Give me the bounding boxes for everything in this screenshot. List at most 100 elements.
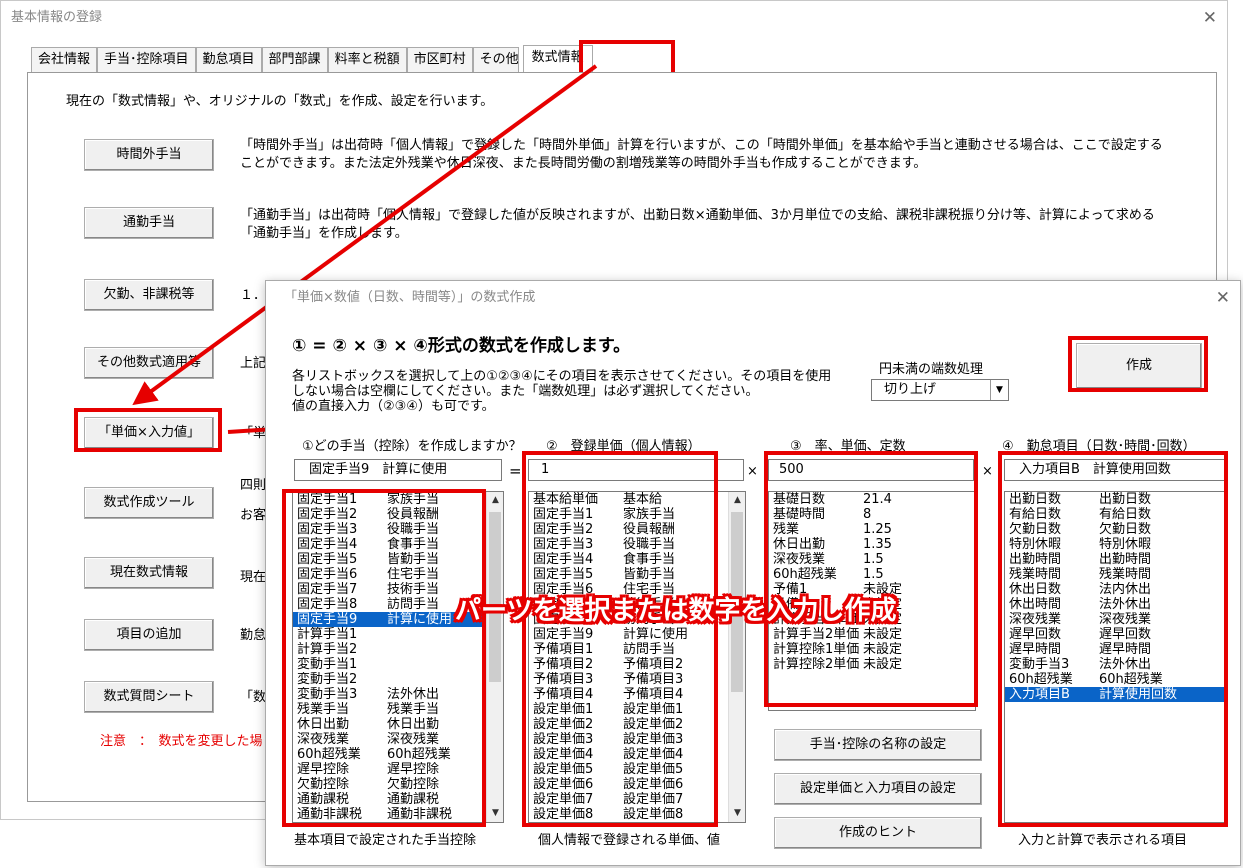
col4-list[interactable]: 出勤日数 出勤日数 有給日数 有給日数 欠勤日数 欠勤日数 特別休暇 特別休暇 出勤時間 出勤時間…	[1004, 491, 1226, 823]
list-item[interactable]: 計算控除1単価 未設定	[769, 642, 975, 657]
unit-price-settings-button[interactable]: 設定単価と入力項目の設定	[774, 773, 982, 805]
list-item[interactable]: 設定単価6 設定単価6	[529, 777, 745, 792]
col2-value-input[interactable]: 1	[528, 459, 744, 481]
tab-municipality[interactable]: 市区町村	[406, 47, 473, 73]
list-item[interactable]: 固定手当1 家族手当	[529, 507, 745, 522]
list-item[interactable]: 計算手当2	[293, 642, 503, 657]
list-item[interactable]: 遅早控除 遅早控除	[293, 762, 503, 777]
list-item-code: 休日出勤	[297, 717, 350, 732]
list-item[interactable]: 予備項目3 予備項目3	[529, 672, 745, 687]
list-item[interactable]: 通勤課税 通勤課税	[293, 792, 503, 807]
tab-attendance[interactable]: 勤怠項目	[195, 47, 262, 73]
tab-other[interactable]: その他	[472, 47, 519, 73]
other-formula-button[interactable]: その他数式適用等	[84, 347, 214, 379]
dialog-close-icon[interactable]: ✕	[1216, 281, 1230, 315]
col3-value-input[interactable]: 500	[768, 459, 974, 481]
create-button[interactable]: 作成	[1076, 343, 1202, 389]
list-item[interactable]: 出勤時間 出勤時間	[1005, 552, 1225, 567]
list-item[interactable]: 固定手当6 住宅手当	[293, 567, 503, 582]
list-item[interactable]: 60h超残業 1.5	[769, 567, 975, 582]
list-item[interactable]: 設定単価4 設定単価4	[529, 747, 745, 762]
list-item[interactable]: 60h超残業 60h超残業	[293, 747, 503, 762]
absence-button[interactable]: 欠勤、非課税等	[84, 279, 214, 311]
list-item[interactable]: 基礎日数 21.4	[769, 492, 975, 507]
scroll-up-icon[interactable]: ▲	[487, 492, 503, 509]
formula-tool-button[interactable]: 数式作成ツール	[84, 487, 214, 519]
list-item[interactable]: 有給日数 有給日数	[1005, 507, 1225, 522]
list-item[interactable]: 設定単価1 設定単価1	[529, 702, 745, 717]
list-item[interactable]: 設定単価3 設定単価3	[529, 732, 745, 747]
scroll-up-icon[interactable]: ▲	[729, 492, 745, 509]
list-item[interactable]: 変動手当3 法外休出	[293, 687, 503, 702]
list-item[interactable]: 設定単価5 設定単価5	[529, 762, 745, 777]
tab-formula[interactable]: 数式情報	[522, 45, 593, 73]
list-item[interactable]: 残業時間 残業時間	[1005, 567, 1225, 582]
allowance-name-settings-button[interactable]: 手当･控除の名称の設定	[774, 729, 982, 761]
list-item[interactable]: 固定手当5 皆勤手当	[529, 567, 745, 582]
list-item[interactable]: 固定手当2 役員報酬	[529, 522, 745, 537]
list-item[interactable]: 固定手当4 食事手当	[293, 537, 503, 552]
col1-scrollbar[interactable]: ▲ ▼	[486, 492, 503, 822]
list-item[interactable]: 60h超残業 60h超残業	[1005, 672, 1225, 687]
list-item[interactable]: 固定手当3 役職手当	[529, 537, 745, 552]
list-item[interactable]: 深夜残業 深夜残業	[1005, 612, 1225, 627]
list-item[interactable]: 固定手当9 計算に使用	[529, 627, 745, 642]
tab-allowance[interactable]: 手当･控除項目	[97, 47, 196, 73]
list-item[interactable]: 通勤非課税 通勤非課税	[293, 807, 503, 822]
list-item[interactable]: 残業 1.25	[769, 522, 975, 537]
list-item[interactable]: 設定単価8 設定単価8	[529, 807, 745, 822]
col1-value-input[interactable]: 固定手当9 計算に使用	[294, 459, 502, 481]
list-item[interactable]: 固定手当1 家族手当	[293, 492, 503, 507]
list-item[interactable]: 基本給単価 基本給	[529, 492, 745, 507]
list-item[interactable]: 計算手当2単価 未設定	[769, 627, 975, 642]
col2-scrollbar[interactable]: ▲ ▼	[728, 492, 745, 822]
list-item[interactable]: 出勤日数 出勤日数	[1005, 492, 1225, 507]
col1-list[interactable]: 固定手当1 家族手当 固定手当2 役員報酬 固定手当3 役職手当 固定手当4 食事手当 固定手当…	[292, 491, 504, 823]
rounding-select[interactable]: 切り上げ ▼	[871, 379, 1009, 401]
scroll-down-icon[interactable]: ▼	[487, 805, 503, 822]
list-item[interactable]: 休日出勤 休日出勤	[293, 717, 503, 732]
list-item[interactable]: 基礎時間 8	[769, 507, 975, 522]
list-item[interactable]: 固定手当3 役職手当	[293, 522, 503, 537]
list-item[interactable]: 設定単価2 設定単価2	[529, 717, 745, 732]
list-item[interactable]: 設定単価7 設定単価7	[529, 792, 745, 807]
list-item[interactable]: 休日出勤 1.35	[769, 537, 975, 552]
list-item[interactable]: 遅早時間 遅早時間	[1005, 642, 1225, 657]
commute-button[interactable]: 通勤手当	[84, 207, 214, 239]
list-item[interactable]: 残業手当 残業手当	[293, 702, 503, 717]
list-item[interactable]: 予備項目4 予備項目4	[529, 687, 745, 702]
list-item[interactable]: 欠勤日数 欠勤日数	[1005, 522, 1225, 537]
col4-value-input[interactable]: 入力項目B 計算使用回数	[1004, 459, 1226, 481]
list-item[interactable]: 変動手当2	[293, 672, 503, 687]
list-item[interactable]: 深夜残業 1.5	[769, 552, 975, 567]
list-item[interactable]: 深夜残業 深夜残業	[293, 732, 503, 747]
col2-list[interactable]: 基本給単価 基本給 固定手当1 家族手当 固定手当2 役員報酬 固定手当3 役職手当 固定手当4…	[528, 491, 746, 823]
list-item[interactable]: 固定手当4 食事手当	[529, 552, 745, 567]
list-item[interactable]: 固定手当2 役員報酬	[293, 507, 503, 522]
current-formula-button[interactable]: 現在数式情報	[84, 557, 214, 589]
tab-company[interactable]: 会社情報	[31, 47, 98, 73]
list-item[interactable]: 特別休暇 特別休暇	[1005, 537, 1225, 552]
list-item[interactable]: 予備項目2 予備項目2	[529, 657, 745, 672]
unit-price-input-button[interactable]: 「単価×入力値」	[84, 417, 214, 449]
list-item[interactable]: 欠勤控除 欠勤控除	[293, 777, 503, 792]
main-close-icon[interactable]: ✕	[1203, 1, 1217, 35]
tab-rates[interactable]: 料率と税額	[327, 47, 407, 73]
list-item[interactable]: 変動手当3 法外休出	[1005, 657, 1225, 672]
list-item[interactable]: 入力項目B 計算使用回数	[1005, 687, 1225, 702]
list-item[interactable]: 変動手当1	[293, 657, 503, 672]
list-item[interactable]: 計算控除2単価 未設定	[769, 657, 975, 672]
chevron-down-icon[interactable]: ▼	[990, 380, 1008, 400]
tab-department[interactable]: 部門部課	[261, 47, 328, 73]
create-hint-button[interactable]: 作成のヒント	[774, 817, 982, 849]
add-item-button[interactable]: 項目の追加	[84, 619, 214, 651]
scroll-down-icon[interactable]: ▼	[729, 805, 745, 822]
list-item[interactable]: 計算手当1	[293, 627, 503, 642]
list-item[interactable]: 予備項目1 訪問手当	[529, 642, 745, 657]
formula-question-button[interactable]: 数式質問シート	[84, 681, 214, 713]
list-item[interactable]: 遅早回数 遅早回数	[1005, 627, 1225, 642]
list-item[interactable]: 固定手当5 皆勤手当	[293, 552, 503, 567]
list-item[interactable]: 休出時間 法外休出	[1005, 597, 1225, 612]
list-item[interactable]: 休出日数 法内休出	[1005, 582, 1225, 597]
overtime-button[interactable]: 時間外手当	[84, 139, 214, 171]
